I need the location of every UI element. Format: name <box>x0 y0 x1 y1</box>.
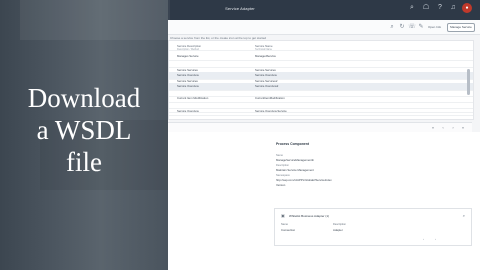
cell-description: Manages Service <box>177 54 199 58</box>
service-table: Service Description Service Name Descrip… <box>168 40 474 120</box>
cell-description: Service Overview <box>177 73 199 77</box>
card-prev-icon[interactable]: ‹ <box>423 237 424 241</box>
field-value-namespace: http://sap.com/xi/APPL/Global2/ServiceIn… <box>276 178 332 182</box>
help-icon[interactable]: ? <box>436 4 444 12</box>
search-icon[interactable]: ⌕ <box>388 23 396 31</box>
details-title: Process Component <box>276 142 309 146</box>
caption-overlay: Download a WSDL file <box>0 0 170 270</box>
field-value-name: ManageServiceManagementIn <box>276 158 315 162</box>
last-page-icon[interactable]: » <box>460 125 466 131</box>
notification-icon[interactable]: ☖ <box>422 4 430 12</box>
cell-name: ManagedService <box>255 54 276 58</box>
cell-description: Service Overview <box>177 109 199 113</box>
caption-line: a WSDL <box>36 115 132 145</box>
caption-line: file <box>66 147 102 177</box>
open-info-link[interactable]: Open Info <box>428 25 441 29</box>
adapter-card: ▣ Whitelist Business Adapter (1) ⌕ Name … <box>274 208 472 246</box>
table-subheader: Description / Method Technical Name <box>169 48 473 52</box>
refresh-icon[interactable]: ↻ <box>398 23 406 31</box>
caption-text: Download a WSDL file <box>0 82 168 178</box>
cell-description: Current Item Modification <box>177 96 209 100</box>
manage-service-button[interactable]: Manage Service <box>447 23 475 32</box>
first-page-icon[interactable]: « <box>430 125 436 131</box>
cell-name: Service.Overview2 <box>255 84 279 88</box>
field-label-description: Description <box>276 164 289 167</box>
avatar[interactable]: ● <box>462 3 472 13</box>
caption-line: Download <box>27 83 141 113</box>
field-label-name: Name <box>276 154 283 157</box>
next-page-icon[interactable]: › <box>450 125 456 131</box>
card-cell-name: Connection <box>281 228 296 232</box>
bell-icon[interactable]: ♫ <box>449 4 457 12</box>
phone-icon[interactable]: ☏ <box>408 23 416 31</box>
table-scrollbar[interactable] <box>467 69 470 95</box>
search-icon[interactable]: ⌕ <box>463 213 465 218</box>
card-column-name: Name <box>281 223 288 226</box>
card-title: Whitelist Business Adapter (1) <box>289 214 330 218</box>
table-row[interactable]: Service Overview Service.Overview.Service <box>169 108 473 116</box>
card-next-icon[interactable]: › <box>435 237 436 241</box>
subheader-description: Description / Method <box>177 48 199 51</box>
field-label-namespace: Namespace <box>276 174 290 177</box>
field-value-description: Maintain Service Management <box>276 168 314 172</box>
cell-name: Service.Overview.Service <box>255 109 287 113</box>
cell-name: CurrentItemModification <box>255 96 285 100</box>
prev-page-icon[interactable]: ‹ <box>440 125 446 131</box>
card-cell-description: Adapter <box>333 228 343 232</box>
subheader-name: Technical Name <box>255 48 273 51</box>
field-value-version: Version <box>276 183 286 187</box>
adapter-icon: ▣ <box>281 213 285 218</box>
search-icon[interactable]: ⌕ <box>408 4 416 12</box>
cell-description: Service Overview <box>177 84 199 88</box>
details-panel: Process Component Name ManageServiceMana… <box>168 132 480 270</box>
overlay-shade <box>20 0 170 40</box>
edit-icon[interactable]: ✎ <box>417 23 425 31</box>
cell-name: Service.Overview <box>255 73 277 77</box>
card-column-description: Description <box>333 223 346 226</box>
